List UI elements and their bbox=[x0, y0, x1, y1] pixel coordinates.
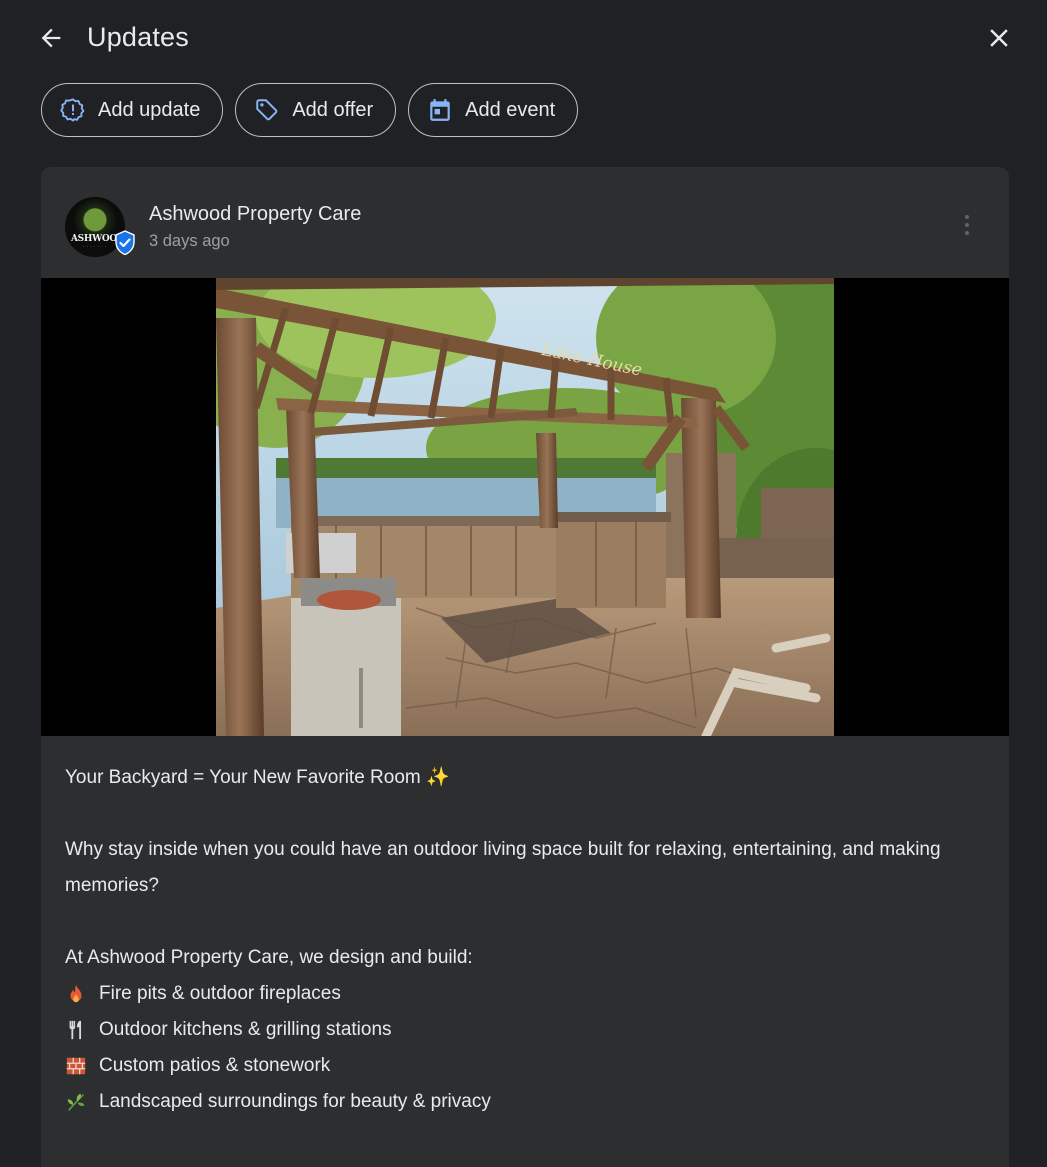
list-item: Outdoor kitchens & grilling stations bbox=[65, 1012, 985, 1048]
more-vert-icon bbox=[965, 215, 969, 219]
post-photo[interactable]: Lake House bbox=[216, 278, 834, 736]
calendar-icon bbox=[427, 97, 453, 123]
add-update-label: Add update bbox=[98, 98, 201, 121]
avatar[interactable]: ASHWOOD · · · · · · · bbox=[65, 197, 135, 257]
pergola-patio-image: Lake House bbox=[216, 278, 834, 736]
add-update-button[interactable]: Add update bbox=[41, 83, 224, 137]
list-item: Fire pits & outdoor fireplaces bbox=[65, 976, 985, 1012]
post-paragraph: Why stay inside when you could have an o… bbox=[65, 839, 941, 896]
action-chips: Add update Add offer Add event bbox=[41, 83, 579, 137]
list-item: Landscaped surroundings for beauty & pri… bbox=[65, 1084, 985, 1120]
tag-icon bbox=[254, 97, 280, 123]
post-card: ASHWOOD · · · · · · · Ashwood Property C… bbox=[41, 167, 1009, 1167]
list-item: Custom patios & stonework bbox=[65, 1048, 985, 1084]
verified-badge-icon bbox=[115, 230, 135, 256]
fire-icon bbox=[65, 983, 99, 1005]
post-timestamp: 3 days ago bbox=[149, 232, 230, 250]
post-text: Your Backyard = Your New Favorite Room ✨… bbox=[65, 760, 985, 1120]
business-name[interactable]: Ashwood Property Care bbox=[149, 203, 361, 226]
page-title: Updates bbox=[87, 22, 189, 52]
logo-text: ASHWOOD bbox=[71, 234, 125, 244]
fork-knife-icon bbox=[65, 1019, 99, 1041]
brick-icon bbox=[65, 1055, 99, 1077]
header: Updates bbox=[0, 0, 1047, 80]
back-button[interactable] bbox=[34, 20, 68, 56]
post-headline: Your Backyard = Your New Favorite Room ✨ bbox=[65, 767, 450, 788]
post-intro: At Ashwood Property Care, we design and … bbox=[65, 947, 473, 968]
close-button[interactable] bbox=[980, 20, 1018, 56]
herb-icon bbox=[65, 1091, 99, 1113]
post-media: Lake House bbox=[41, 278, 1009, 736]
arrow-left-icon bbox=[41, 28, 61, 48]
alert-badge-icon bbox=[60, 97, 86, 123]
close-icon bbox=[990, 29, 1008, 47]
add-event-label: Add event bbox=[465, 98, 556, 121]
add-event-button[interactable]: Add event bbox=[408, 83, 579, 137]
add-offer-button[interactable]: Add offer bbox=[235, 83, 397, 137]
add-offer-label: Add offer bbox=[292, 98, 374, 121]
more-options-button[interactable] bbox=[955, 209, 979, 241]
post-header: ASHWOOD · · · · · · · Ashwood Property C… bbox=[41, 167, 1009, 278]
